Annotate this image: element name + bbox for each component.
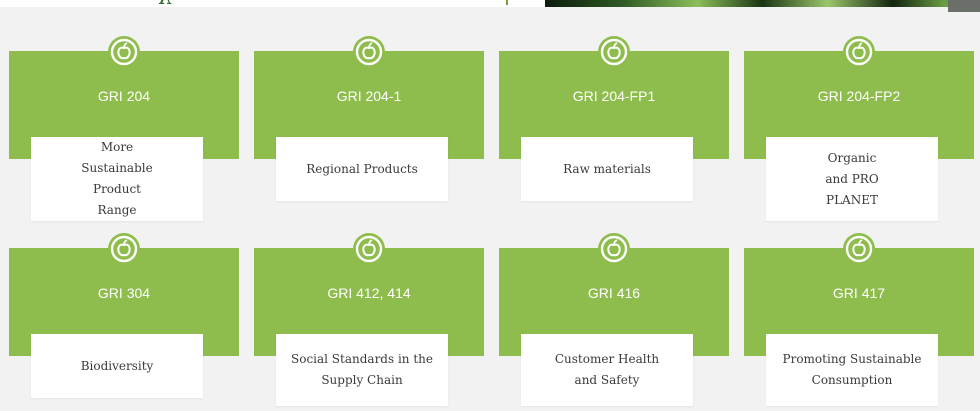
header-photo-edge <box>948 0 980 12</box>
gri-topic-label[interactable]: Biodiversity <box>31 334 203 398</box>
apple-icon <box>108 233 140 265</box>
gri-code: GRI 204-FP1 <box>572 88 656 104</box>
gri-topic-label[interactable]: Regional Products <box>276 137 448 201</box>
divider-fragment <box>506 0 508 5</box>
gri-topic-label[interactable]: Social Standards in the Supply Chain <box>276 334 448 406</box>
gri-code: GRI 204 <box>97 88 151 104</box>
gri-code: GRI 412, 414 <box>327 285 411 301</box>
gri-topic-label[interactable]: More Sustainable Product Range <box>31 137 203 221</box>
gri-topic-label[interactable]: Organic and PRO PLANET <box>766 137 938 221</box>
apple-icon <box>598 233 630 265</box>
gri-code: GRI 204-1 <box>336 88 402 104</box>
gri-topic-label[interactable]: Raw materials <box>521 137 693 201</box>
gri-topic-label[interactable]: Promoting Sustainable Consumption <box>766 334 938 406</box>
apple-icon <box>843 36 875 68</box>
gri-code: GRI 417 <box>832 285 886 301</box>
gri-code: GRI 204-FP2 <box>817 88 901 104</box>
apple-icon <box>598 36 630 68</box>
gri-code: GRI 416 <box>587 285 641 301</box>
header-photo <box>545 0 980 7</box>
apple-icon <box>108 36 140 68</box>
gri-code: GRI 304 <box>97 285 151 301</box>
apple-icon <box>843 233 875 265</box>
apple-icon <box>353 36 385 68</box>
logo-fragment: λ <box>158 0 198 6</box>
gri-topic-label[interactable]: Customer Health and Safety <box>521 334 693 406</box>
apple-icon <box>353 233 385 265</box>
